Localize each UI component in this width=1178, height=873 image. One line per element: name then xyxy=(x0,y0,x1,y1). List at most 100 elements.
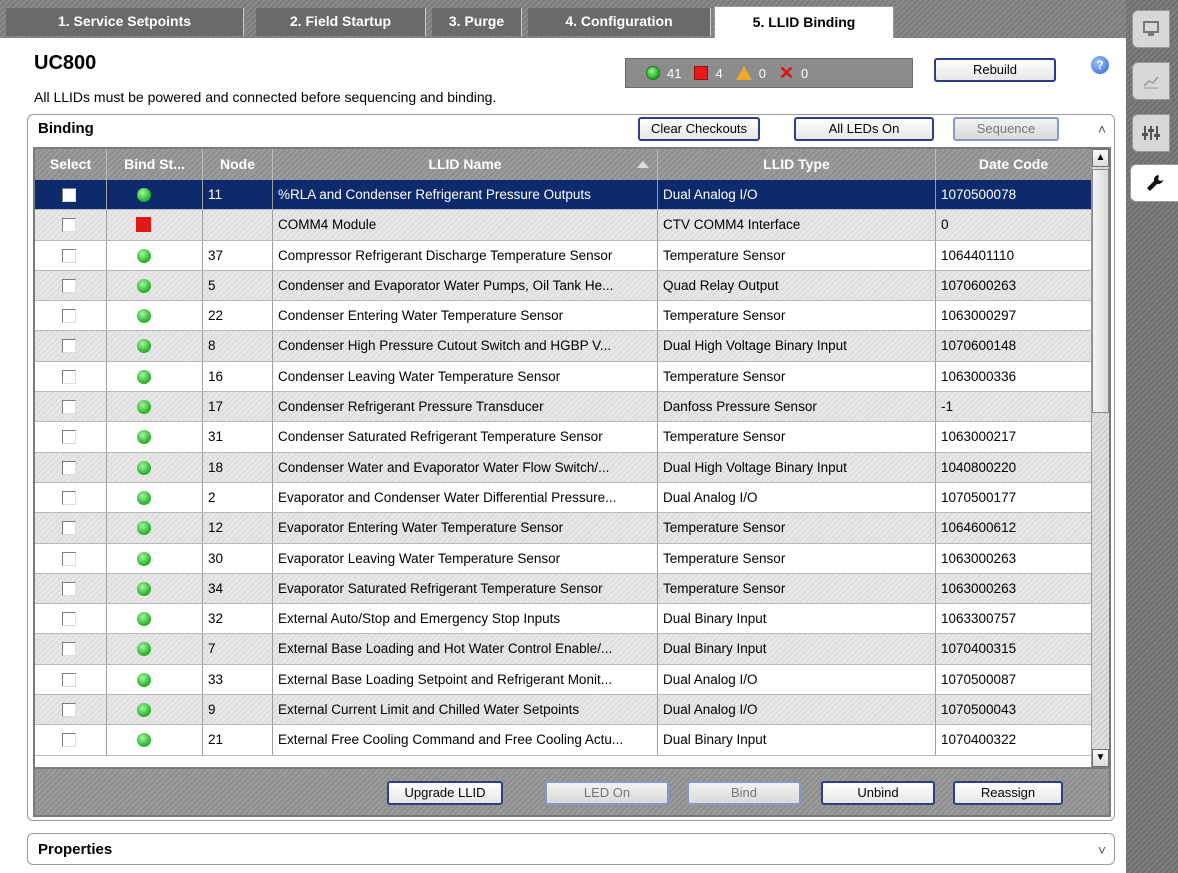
tab-service-setpoints[interactable]: 1. Service Setpoints xyxy=(6,8,244,36)
select-checkbox[interactable] xyxy=(62,642,76,657)
properties-panel[interactable]: Properties ˅ xyxy=(27,833,1115,865)
select-checkbox[interactable] xyxy=(62,430,76,445)
col-node[interactable]: Node xyxy=(203,149,273,180)
select-checkbox[interactable] xyxy=(62,612,76,627)
select-checkbox[interactable] xyxy=(62,339,76,354)
bound-status-icon xyxy=(137,248,151,263)
llid-name-cell: COMM4 Module xyxy=(273,210,658,240)
node-cell: 33 xyxy=(203,664,273,695)
llid-name-cell: Condenser Refrigerant Pressure Transduce… xyxy=(273,392,658,422)
date-code-cell: 1070500043 xyxy=(941,702,1017,718)
select-cell xyxy=(35,270,107,301)
col-llid-type[interactable]: LLID Type xyxy=(658,149,936,180)
select-checkbox[interactable] xyxy=(62,490,76,505)
col-bind-status[interactable]: Bind St... xyxy=(107,149,203,180)
tab-llid-binding[interactable]: 5. LLID Binding xyxy=(714,6,894,38)
llid-type-cell: Dual Binary Input xyxy=(658,634,936,664)
select-checkbox[interactable] xyxy=(62,369,76,384)
select-checkbox[interactable] xyxy=(62,460,76,475)
llid-name-cell: Condenser Saturated Refrigerant Temperat… xyxy=(273,422,658,452)
help-icon[interactable]: ? xyxy=(1091,56,1109,74)
col-llid-name[interactable]: LLID Name xyxy=(273,149,658,180)
bound-status-icon xyxy=(137,188,151,202)
monitor-icon[interactable] xyxy=(1132,10,1170,48)
upgrade-llid-button[interactable]: Upgrade LLID xyxy=(387,781,503,805)
clear-checkouts-button[interactable]: Clear Checkouts xyxy=(638,117,760,141)
select-cell xyxy=(35,573,107,604)
reassign-button[interactable]: Reassign xyxy=(953,781,1063,805)
node-cell: 12 xyxy=(203,513,273,543)
bind-status-cell xyxy=(107,361,203,392)
bound-status-icon xyxy=(137,612,151,627)
select-checkbox[interactable] xyxy=(62,551,76,566)
llid-name-cell: Evaporator Entering Water Temperature Se… xyxy=(273,513,658,543)
date-code-cell: 1063000297 xyxy=(941,308,1017,324)
node-cell: 11 xyxy=(203,180,273,210)
table-row[interactable]: 9 External Current Limit and Chilled Wate… xyxy=(35,695,1091,726)
table-row[interactable]: 17 Condenser Refrigerant Pressure Transdu… xyxy=(35,392,1091,423)
table-row[interactable]: 5 Condenser and Evaporator Water Pumps, O… xyxy=(35,270,1091,302)
table-row[interactable]: 18 Condenser Water and Evaporator Water F… xyxy=(35,452,1091,483)
all-leds-on-button[interactable]: All LEDs On xyxy=(794,117,934,141)
bind-button[interactable]: Bind xyxy=(687,781,801,805)
select-checkbox[interactable] xyxy=(62,278,76,293)
table-row[interactable]: 22 Condenser Entering Water Temperature S… xyxy=(35,301,1091,332)
node-cell: 18 xyxy=(203,452,273,482)
select-checkbox[interactable] xyxy=(62,581,76,596)
scroll-up-icon[interactable]: ▲ xyxy=(1092,149,1109,167)
chart-icon[interactable] xyxy=(1132,62,1170,100)
error-count: 4 xyxy=(715,65,723,81)
select-checkbox[interactable] xyxy=(62,521,76,536)
table-row[interactable]: 7 External Base Loading and Hot Water Con… xyxy=(35,634,1091,665)
table-row[interactable]: 12 Evaporator Entering Water Temperature … xyxy=(35,513,1091,544)
node-cell: 16 xyxy=(203,361,273,392)
table-row[interactable]: 33 External Base Loading Setpoint and Ref… xyxy=(35,664,1091,696)
select-checkbox[interactable] xyxy=(62,218,76,233)
llid-type-cell: Dual Analog I/O xyxy=(658,482,936,513)
select-checkbox[interactable] xyxy=(62,188,76,202)
llid-type-cell: Dual Analog I/O xyxy=(658,664,936,695)
table-row[interactable]: 30 Evaporator Leaving Water Temperature S… xyxy=(35,543,1091,574)
llid-name-cell: External Current Limit and Chilled Water… xyxy=(273,695,658,725)
tab-configuration[interactable]: 4. Configuration xyxy=(528,8,711,36)
select-checkbox[interactable] xyxy=(62,248,76,263)
collapse-up-icon[interactable]: ˄ xyxy=(1098,121,1106,137)
table-row[interactable]: 16 Condenser Leaving Water Temperature Se… xyxy=(35,361,1091,393)
wrench-icon[interactable] xyxy=(1130,164,1178,202)
llid-name-cell: Condenser Entering Water Temperature Sen… xyxy=(273,301,658,331)
node-cell: 21 xyxy=(203,725,273,755)
col-select[interactable]: Select xyxy=(35,149,107,180)
llid-type-cell: Temperature Sensor xyxy=(658,240,936,270)
node-cell: 34 xyxy=(203,573,273,604)
table-row[interactable]: COMM4 Module CTV COMM4 Interface 0 xyxy=(35,210,1091,241)
select-checkbox[interactable] xyxy=(62,309,76,324)
table-row[interactable]: 32 External Auto/Stop and Emergency Stop … xyxy=(35,604,1091,635)
select-cell xyxy=(35,210,107,240)
sequence-button[interactable]: Sequence xyxy=(953,117,1059,141)
tab-field-startup[interactable]: 2. Field Startup xyxy=(256,8,426,36)
col-date-code[interactable]: Date Code xyxy=(936,149,1091,180)
expand-down-icon[interactable]: ˅ xyxy=(1098,842,1106,858)
node-cell: 22 xyxy=(203,301,273,331)
table-row[interactable]: 34 Evaporator Saturated Refrigerant Tempe… xyxy=(35,573,1091,605)
table-row[interactable]: 11 %RLA and Condenser Refrigerant Pressur… xyxy=(35,180,1091,211)
vertical-scrollbar[interactable]: ▲ ▼ xyxy=(1091,149,1109,767)
select-checkbox[interactable] xyxy=(62,733,76,748)
settings-sliders-icon[interactable] xyxy=(1132,114,1170,152)
tab-purge[interactable]: 3. Purge xyxy=(432,8,522,36)
select-cell xyxy=(35,634,107,664)
table-row[interactable]: 8 Condenser High Pressure Cutout Switch a… xyxy=(35,331,1091,362)
unbind-button[interactable]: Unbind xyxy=(821,781,935,805)
select-checkbox[interactable] xyxy=(62,672,76,687)
led-on-button[interactable]: LED On xyxy=(545,781,669,805)
rebuild-button[interactable]: Rebuild xyxy=(934,58,1056,82)
select-checkbox[interactable] xyxy=(62,400,76,415)
table-row[interactable]: 2 Evaporator and Condenser Water Differen… xyxy=(35,482,1091,514)
table-row[interactable]: 31 Condenser Saturated Refrigerant Temper… xyxy=(35,422,1091,453)
scroll-thumb[interactable] xyxy=(1092,169,1109,413)
table-row[interactable]: 21 External Free Cooling Command and Free… xyxy=(35,725,1091,756)
table-row[interactable]: 37 Compressor Refrigerant Discharge Tempe… xyxy=(35,240,1091,271)
select-cell xyxy=(35,361,107,392)
scroll-down-icon[interactable]: ▼ xyxy=(1092,749,1109,767)
select-checkbox[interactable] xyxy=(62,703,76,718)
